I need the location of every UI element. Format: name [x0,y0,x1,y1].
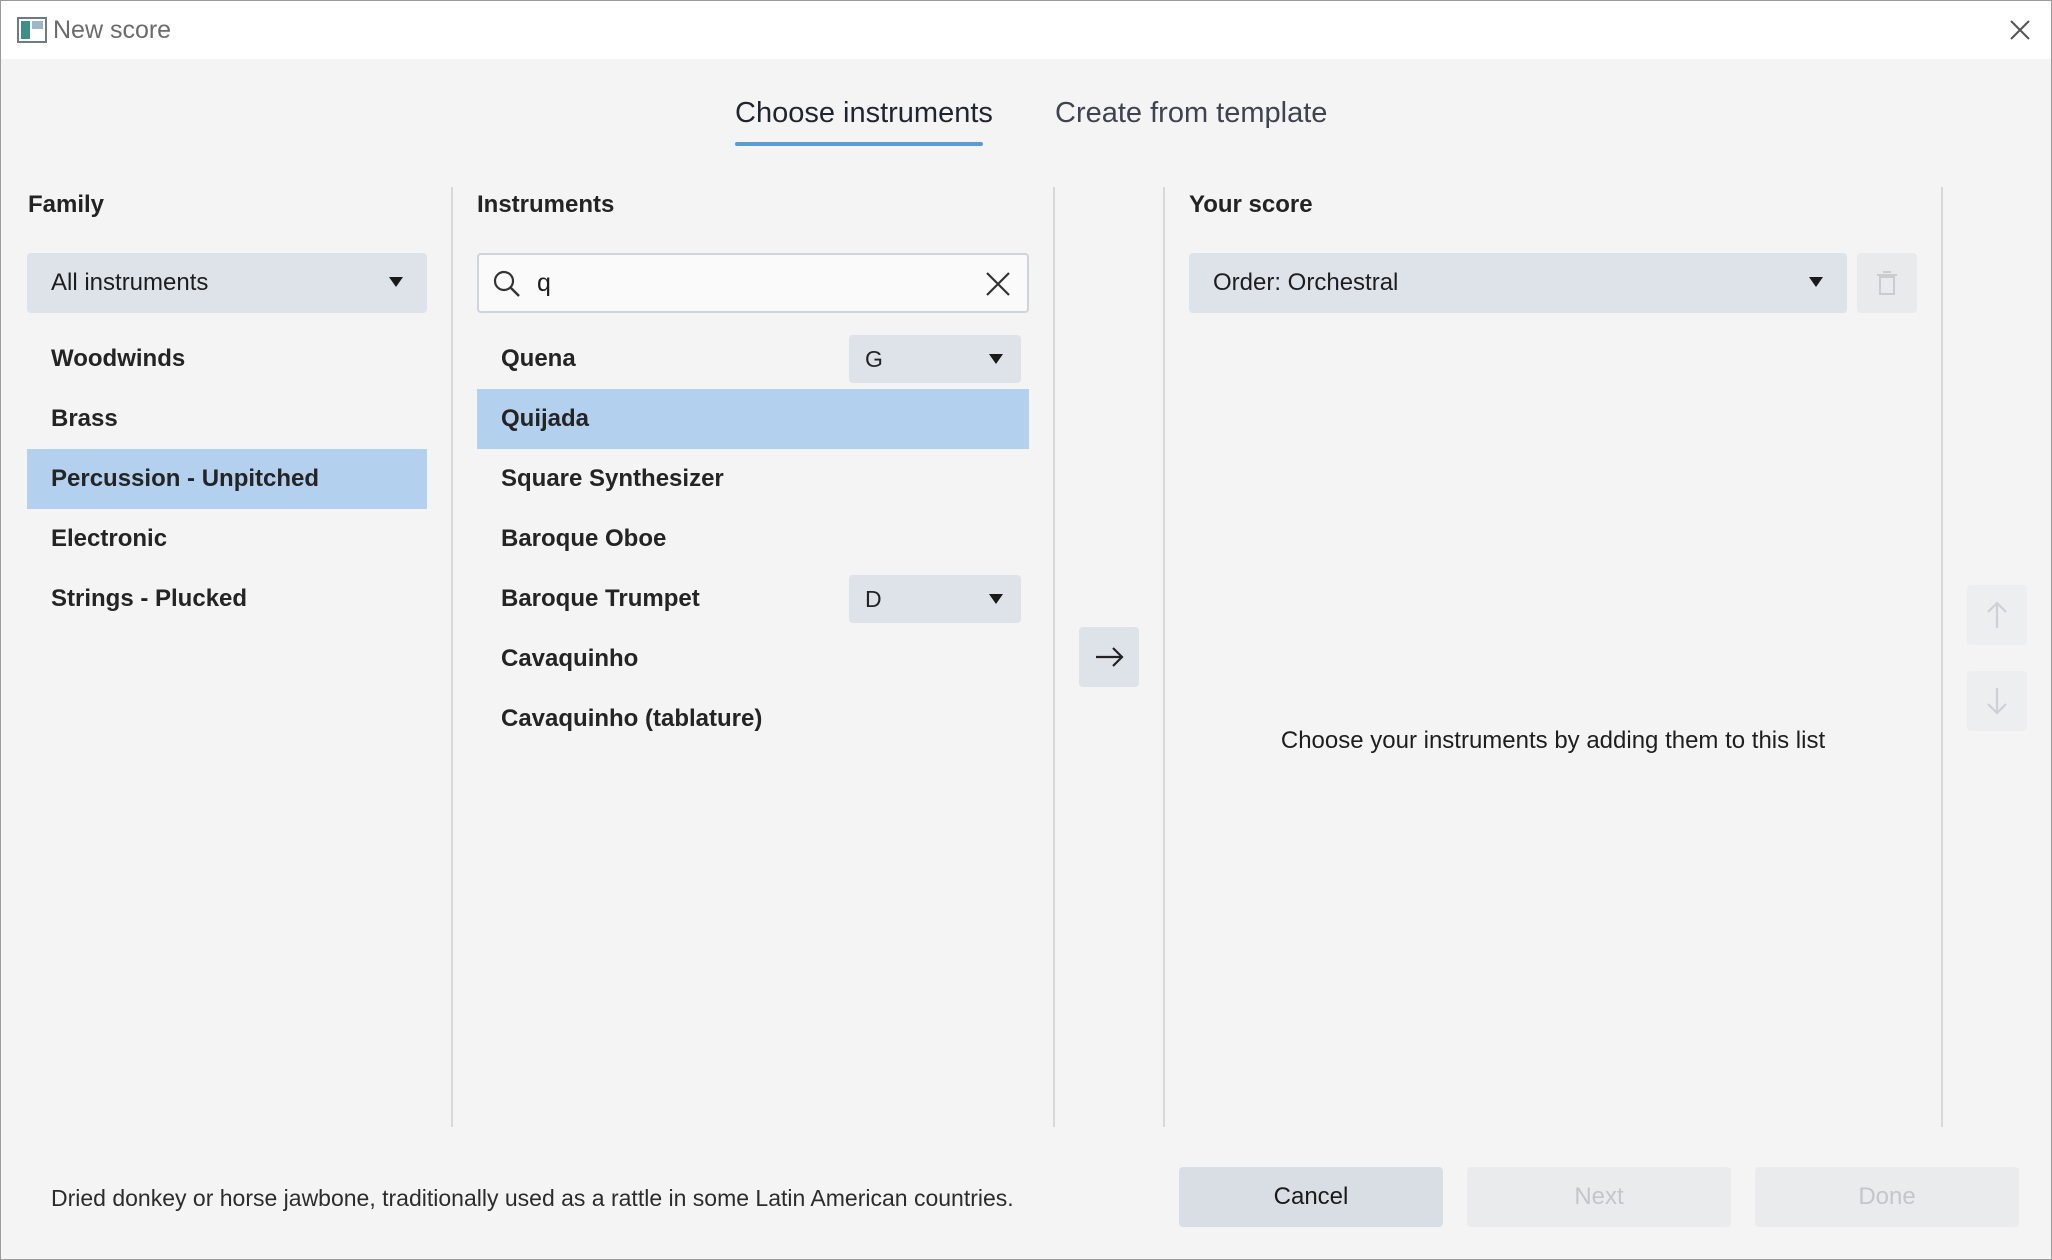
chevron-down-icon [1809,277,1823,287]
move-up-button[interactable] [1967,585,2027,645]
instrument-item-square-synthesizer[interactable]: Square Synthesizer [477,449,1029,509]
add-to-score-button[interactable] [1079,627,1139,687]
new-score-dialog: New score Choose instruments Create from… [0,0,2052,1260]
instrument-description: Dried donkey or horse jawbone, tradition… [51,1185,1014,1211]
order-dropdown[interactable]: Order: Orchestral [1189,253,1847,313]
instrument-label: Baroque Oboe [501,525,667,552]
instrument-item-quijada[interactable]: Quijada [477,389,1029,449]
cancel-button[interactable]: Cancel [1179,1167,1443,1227]
family-item-brass[interactable]: Brass [27,389,427,449]
close-icon[interactable] [2005,15,2035,45]
instrument-item-baroque-oboe[interactable]: Baroque Oboe [477,509,1029,569]
search-input[interactable] [537,269,937,298]
active-tab-indicator [735,142,983,146]
title-bar: New score [1,1,2051,59]
instrument-search-box [477,253,1029,313]
column-divider [1053,187,1055,1127]
instrument-label: Quijada [501,405,590,432]
trash-icon [1877,271,1897,295]
instrument-label: Cavaquinho [501,645,639,672]
instrument-label: Square Synthesizer [501,465,724,492]
column-divider [451,187,453,1127]
clear-icon[interactable] [983,269,1013,299]
instrument-label: Quena [501,345,576,372]
order-dropdown-value: Order: Orchestral [1213,269,1399,296]
tab-bar: Choose instruments Create from template [1,97,2051,153]
instruments-title: Instruments [477,191,615,218]
instrument-item-cavaquinho[interactable]: Cavaquinho [477,629,1029,689]
tab-create-from-template[interactable]: Create from template [1055,97,1327,130]
next-button[interactable]: Next [1467,1167,1731,1227]
column-divider [1941,187,1943,1127]
instrument-list: Quena G Quijada Square Synthesizer Baroq… [477,329,1029,749]
column-divider [1163,187,1165,1127]
musescore-app-icon [17,17,47,43]
family-item-electronic[interactable]: Electronic [27,509,427,569]
delete-instrument-button[interactable] [1857,253,1917,313]
family-title: Family [28,191,105,218]
instrument-label: Baroque Trumpet [501,585,700,612]
chevron-down-icon [389,277,403,287]
transposition-dropdown[interactable]: G [849,335,1021,383]
chevron-down-icon [989,594,1003,604]
instrument-item-quena[interactable]: Quena G [477,329,1029,389]
search-icon [493,270,520,297]
done-button[interactable]: Done [1755,1167,2019,1227]
instrument-label: Cavaquinho (tablature) [501,705,763,732]
instrument-item-baroque-trumpet[interactable]: Baroque Trumpet D [477,569,1029,629]
transposition-value: G [865,345,883,372]
window-title: New score [53,16,172,44]
arrow-right-icon [1096,647,1124,667]
family-list: Woodwinds Brass Percussion - Unpitched E… [27,329,427,629]
family-item-percussion-unpitched[interactable]: Percussion - Unpitched [27,449,427,509]
family-item-strings-plucked[interactable]: Strings - Plucked [27,569,427,629]
chevron-down-icon [989,354,1003,364]
arrow-up-icon [1987,601,2007,628]
transposition-value: D [865,585,882,612]
tab-choose-instruments[interactable]: Choose instruments [735,97,993,130]
arrow-down-icon [1987,688,2007,715]
your-score-title: Your score [1189,191,1313,218]
family-dropdown[interactable]: All instruments [27,253,427,313]
family-item-woodwinds[interactable]: Woodwinds [27,329,427,389]
transposition-dropdown[interactable]: D [849,575,1021,623]
empty-score-message: Choose your instruments by adding them t… [1280,727,1826,754]
move-down-button[interactable] [1967,671,2027,731]
instrument-item-cavaquinho-tablature[interactable]: Cavaquinho (tablature) [477,689,1029,749]
family-dropdown-value: All instruments [51,269,209,296]
